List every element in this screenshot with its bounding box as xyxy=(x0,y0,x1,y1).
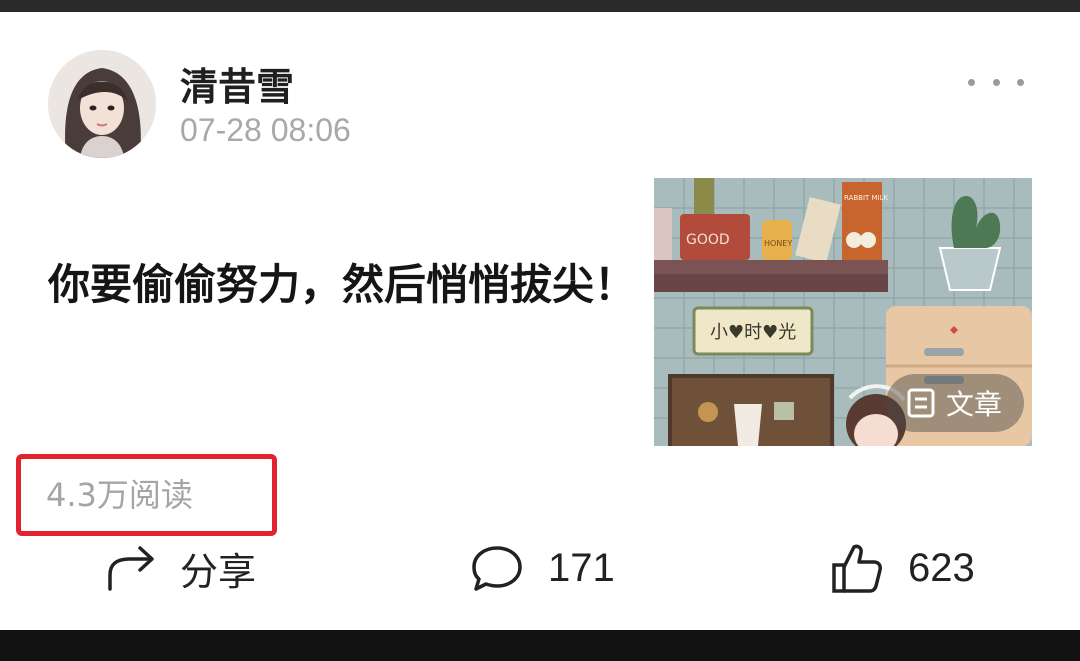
avatar[interactable] xyxy=(48,50,156,158)
carton-label: RABBIT MILK xyxy=(844,194,889,202)
more-dots-icon xyxy=(968,78,975,86)
username[interactable]: 清昔雪 xyxy=(180,56,294,111)
post-headline[interactable]: 你要偷偷努力，然后悄悄拔尖！ xyxy=(48,252,638,318)
more-dot xyxy=(1017,78,1024,86)
more-options-button[interactable] xyxy=(968,70,1024,94)
like-button[interactable]: 623 xyxy=(830,536,975,600)
bottom-bar xyxy=(0,630,1080,661)
comment-button[interactable]: 171 xyxy=(470,536,615,600)
thumbs-up-icon xyxy=(832,544,882,593)
post-thumbnail[interactable]: GOOD HONEY RABBIT MILK 小♥时♥光 文章 xyxy=(654,178,1032,446)
box-label: GOOD xyxy=(686,232,730,248)
read-count: 4.3万阅读 xyxy=(46,476,193,514)
like-count: 623 xyxy=(908,545,975,590)
article-doc-icon xyxy=(907,388,935,418)
more-dot xyxy=(992,78,1000,86)
jar-label: HONEY xyxy=(764,239,792,248)
share-arrow-icon xyxy=(108,546,154,591)
avatar-portrait xyxy=(48,50,156,158)
comment-count: 171 xyxy=(548,545,615,590)
post-timestamp: 07-28 08:06 xyxy=(180,112,351,148)
comment-bubble-icon xyxy=(472,546,522,591)
share-label: 分享 xyxy=(180,549,257,594)
sign-text: 小♥时♥光 xyxy=(710,322,796,343)
article-badge-label: 文章 xyxy=(945,388,1002,421)
share-button[interactable]: 分享 xyxy=(104,536,256,600)
article-type-badge: 文章 xyxy=(885,374,1024,432)
